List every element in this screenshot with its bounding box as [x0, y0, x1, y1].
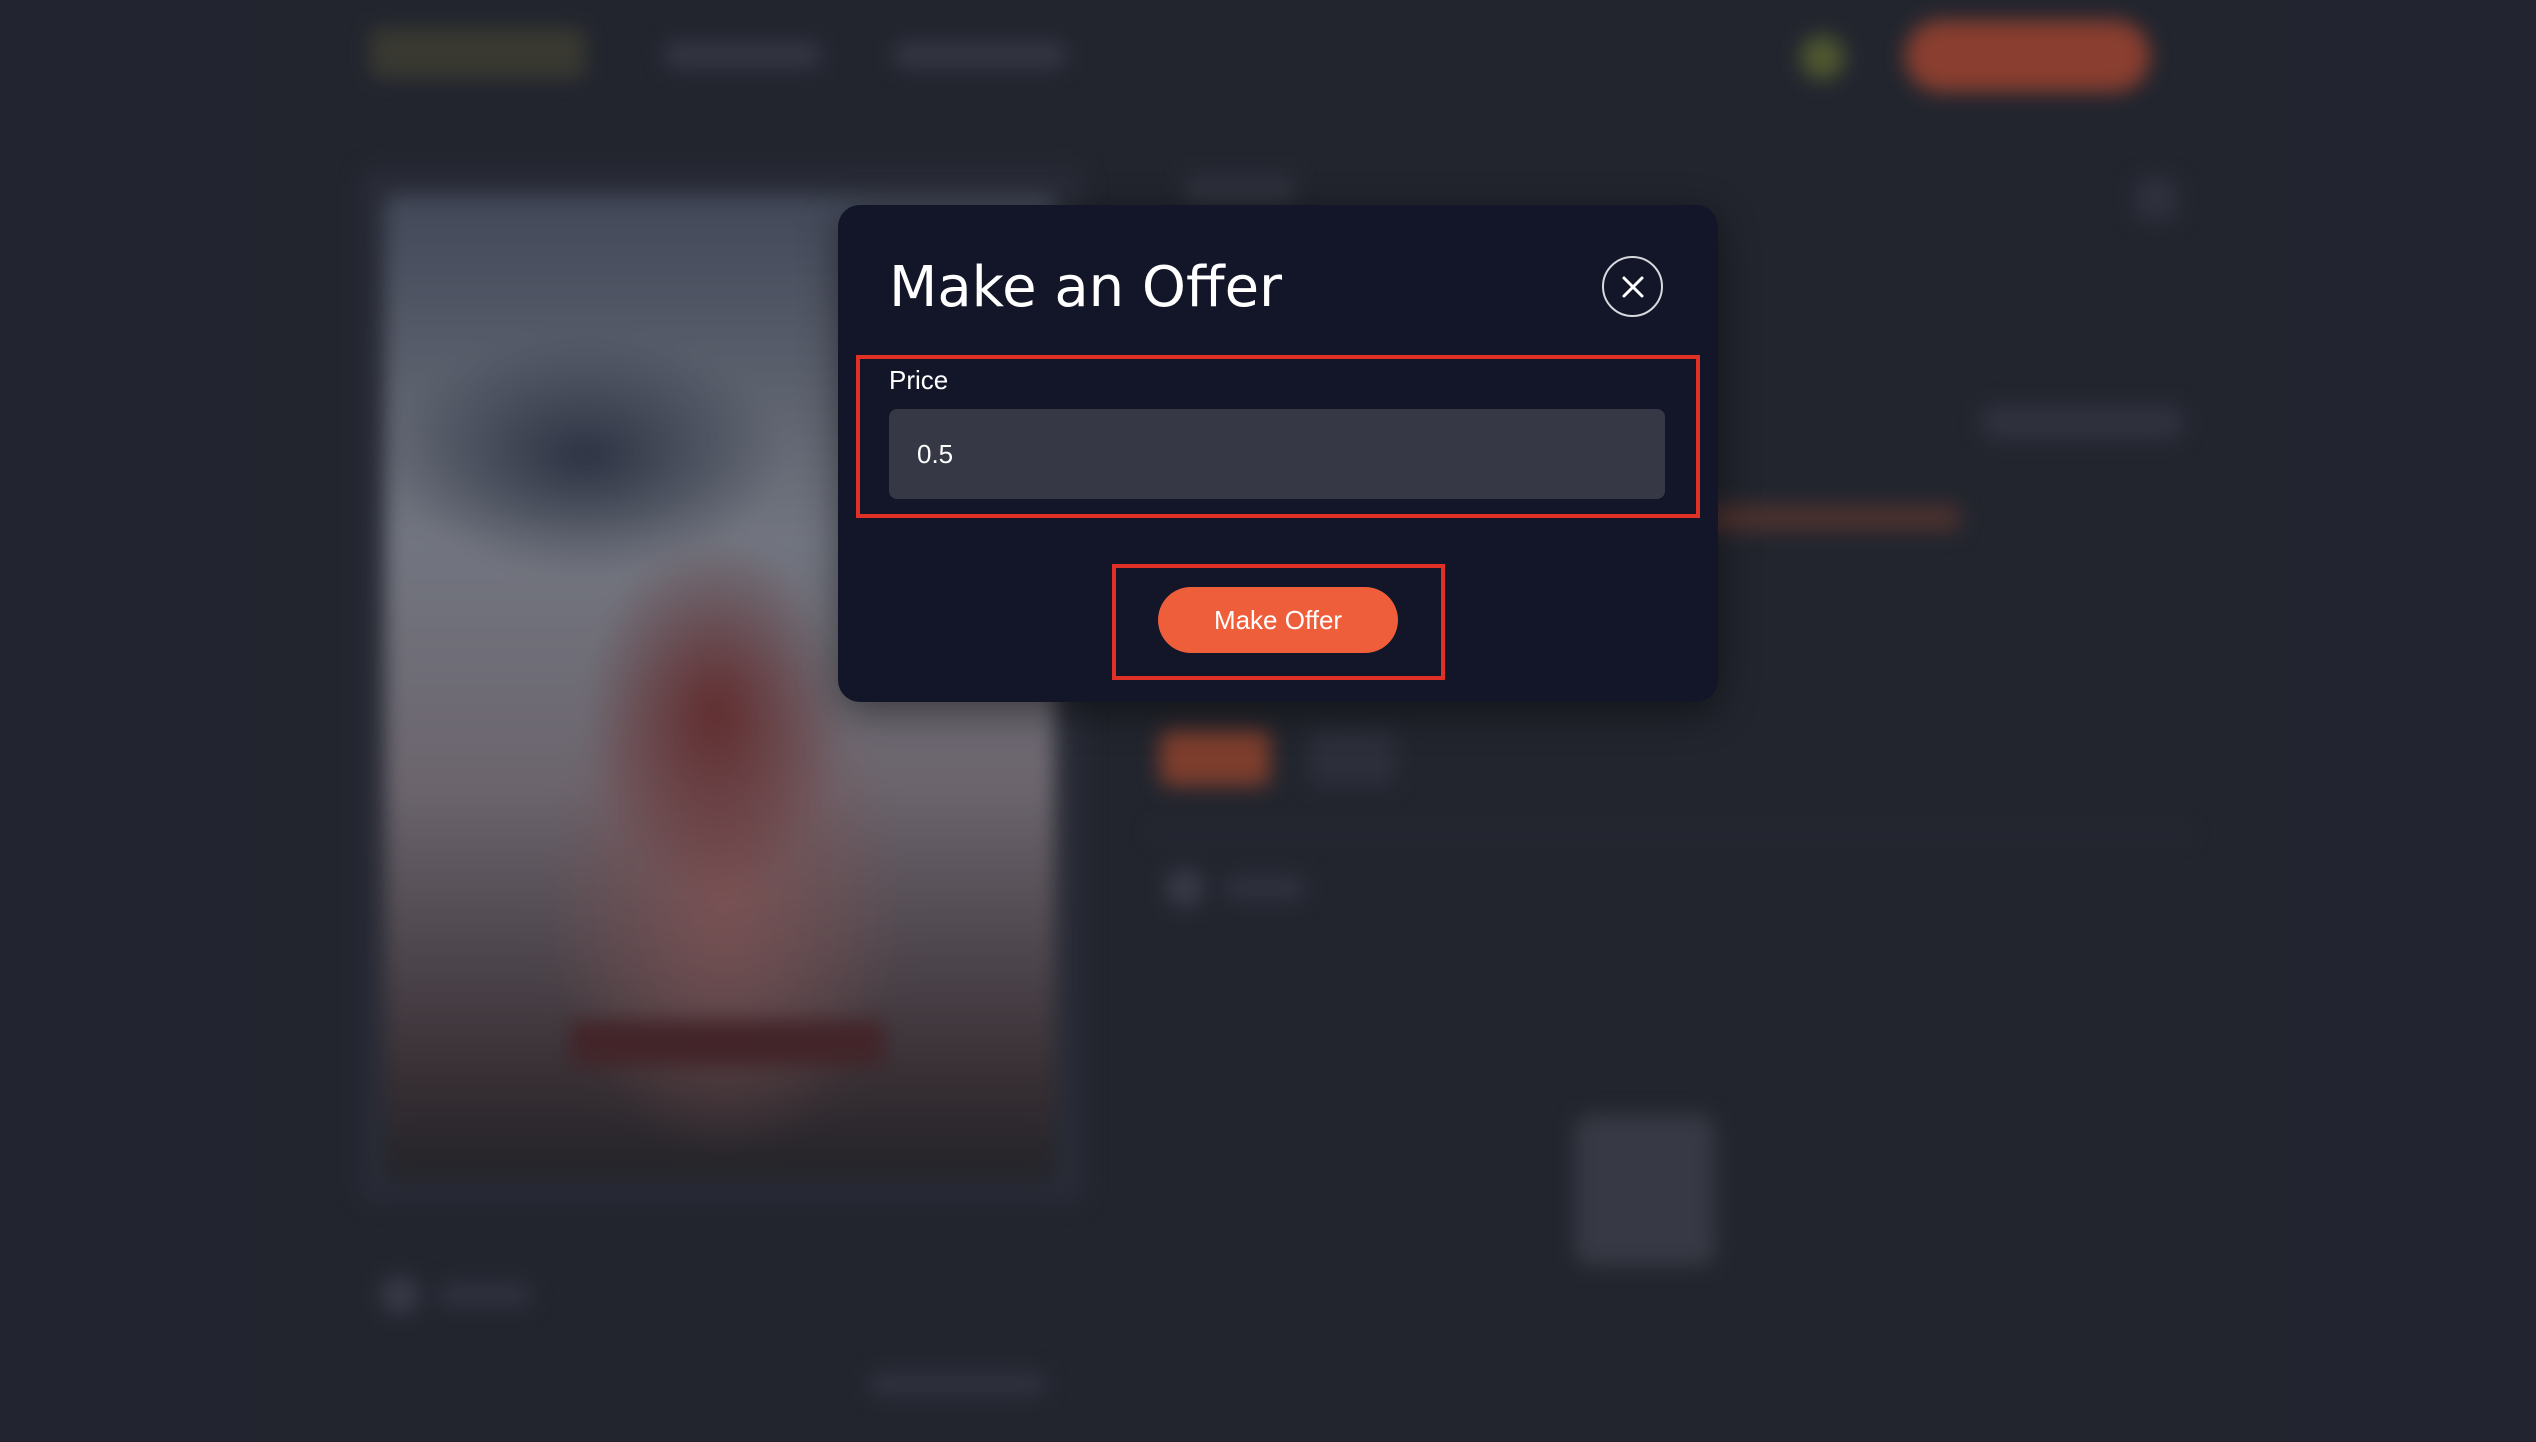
price-label: Price — [889, 365, 949, 395]
price-input[interactable] — [889, 409, 1665, 499]
make-offer-modal: Make an Offer Price Make Offer — [838, 205, 1718, 702]
nft-item-page: Make an Offer Price Make Offer — [0, 0, 2536, 1442]
close-icon — [1622, 276, 1643, 297]
close-button[interactable] — [1602, 256, 1663, 317]
make-offer-button[interactable]: Make Offer — [1158, 587, 1398, 653]
modal-title: Make an Offer — [889, 255, 1283, 320]
